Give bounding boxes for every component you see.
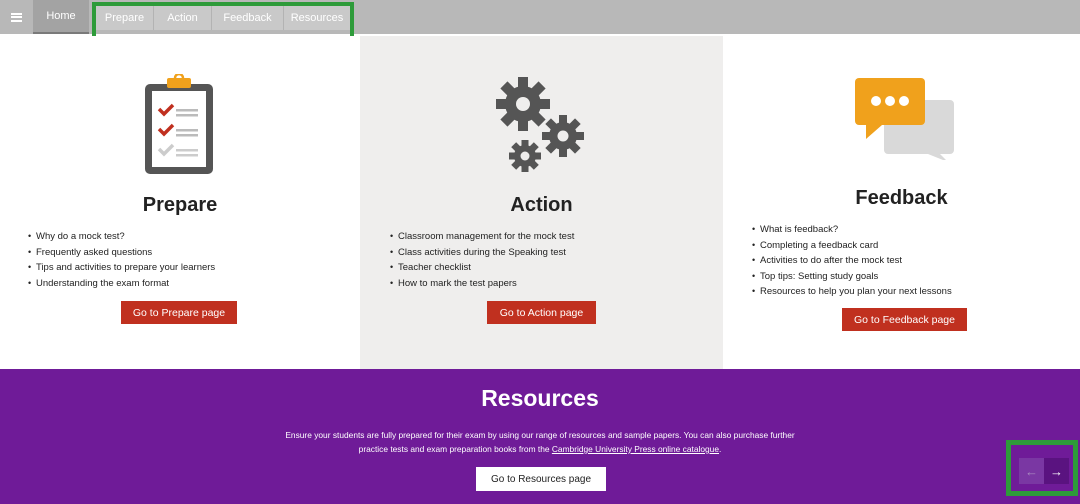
resources-text-end: . <box>719 444 722 454</box>
slide-pager: ← → <box>1019 458 1069 484</box>
menu-icon <box>10 12 22 22</box>
feedback-list: What is feedback? Completing a feedback … <box>752 222 952 300</box>
list-item: Teacher checklist <box>390 260 574 276</box>
speech-bubbles-icon <box>855 78 954 160</box>
next-button[interactable]: → <box>1044 458 1069 484</box>
clipboard-checklist-icon <box>145 74 213 174</box>
resources-title: Resources <box>481 385 599 411</box>
go-to-feedback-button[interactable]: Go to Feedback page <box>842 308 967 331</box>
arrow-left-icon: ← <box>1025 463 1038 479</box>
nav-highlight-frame <box>92 2 354 40</box>
prepare-card: Prepare Why do a mock test? Frequently a… <box>0 36 360 369</box>
list-item: How to mark the test papers <box>390 276 574 292</box>
resources-section: Resources Ensure your students are fully… <box>0 369 1080 504</box>
gears-icon <box>496 77 584 172</box>
resources-text-line2: practice tests and exam preparation book… <box>358 444 550 454</box>
list-item: Completing a feedback card <box>752 238 952 254</box>
list-item: Frequently asked questions <box>28 245 215 261</box>
go-to-resources-button[interactable]: Go to Resources page <box>476 467 606 491</box>
list-item: Resources to help you plan your next les… <box>752 284 952 300</box>
list-item: Activities to do after the mock test <box>752 253 952 269</box>
list-item: Classroom management for the mock test <box>390 229 574 245</box>
action-title: Action <box>510 194 573 216</box>
resources-description: Ensure your students are fully prepared … <box>240 428 840 456</box>
action-card: Action Classroom management for the mock… <box>360 36 723 369</box>
action-list: Classroom management for the mock test C… <box>390 229 574 291</box>
catalogue-link[interactable]: Cambridge University Press online catalo… <box>552 444 719 454</box>
list-item: Tips and activities to prepare your lear… <box>28 260 215 276</box>
prepare-list: Why do a mock test? Frequently asked que… <box>28 229 215 291</box>
arrow-right-icon: → <box>1050 463 1063 479</box>
list-item: Why do a mock test? <box>28 229 215 245</box>
list-item: Top tips: Setting study goals <box>752 269 952 285</box>
go-to-prepare-button[interactable]: Go to Prepare page <box>121 301 237 324</box>
menu-button[interactable] <box>0 0 32 34</box>
feedback-card: Feedback What is feedback? Completing a … <box>723 36 1080 369</box>
resources-text-line1: Ensure your students are fully prepared … <box>285 430 795 440</box>
go-to-action-button[interactable]: Go to Action page <box>487 301 596 324</box>
nav-item-home[interactable]: Home <box>33 0 89 34</box>
previous-button[interactable]: ← <box>1019 458 1044 484</box>
feedback-title: Feedback <box>855 187 948 209</box>
list-item: Class activities during the Speaking tes… <box>390 245 574 261</box>
list-item: Understanding the exam format <box>28 276 215 292</box>
prepare-title: Prepare <box>142 194 218 216</box>
list-item: What is feedback? <box>752 222 952 238</box>
